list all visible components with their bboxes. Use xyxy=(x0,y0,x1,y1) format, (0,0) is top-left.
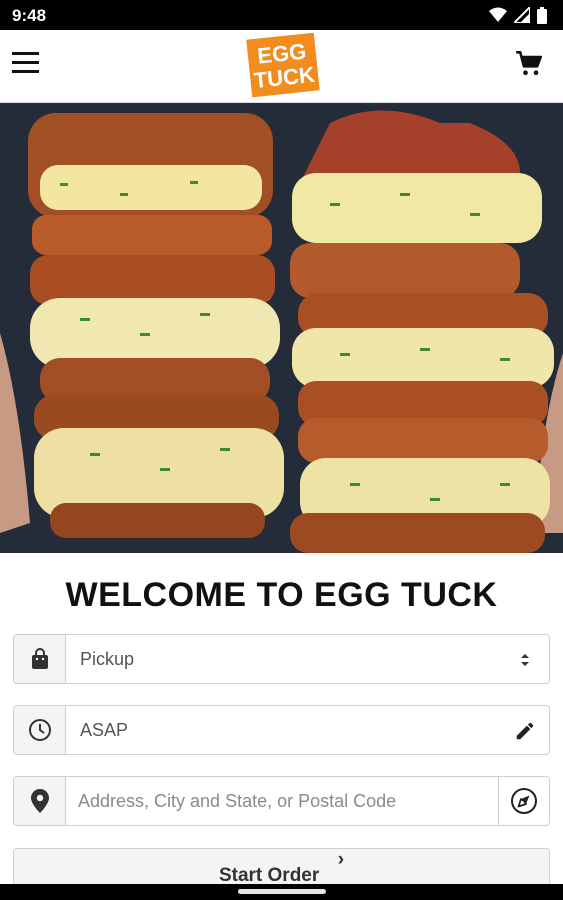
location-pin-icon xyxy=(14,777,66,825)
home-handle[interactable] xyxy=(238,889,326,894)
navigation-icon[interactable] xyxy=(498,777,549,825)
chevron-right-icon: › xyxy=(337,849,345,870)
order-time-field[interactable]: ASAP xyxy=(13,705,550,755)
order-time-value: ASAP xyxy=(80,720,129,740)
hero-sandwich-image xyxy=(0,103,563,553)
cart-icon[interactable] xyxy=(515,50,543,78)
order-type-value: Pickup xyxy=(80,649,135,669)
welcome-title: WELCOME TO EGG TUCK xyxy=(65,576,498,614)
status-bar: 9:48 xyxy=(0,0,563,30)
select-arrows-icon[interactable] xyxy=(513,648,537,672)
wifi-icon xyxy=(489,7,507,22)
shopping-bag-icon xyxy=(14,635,66,683)
system-nav-bar xyxy=(0,884,563,900)
clock-icon xyxy=(14,706,66,754)
start-order-label: Start Order xyxy=(218,865,320,886)
battery-icon xyxy=(537,6,547,24)
menu-icon[interactable] xyxy=(12,52,39,76)
status-time: 9:48 xyxy=(12,6,47,25)
signal-icon xyxy=(514,7,530,23)
status-icons xyxy=(489,6,547,24)
egg-tuck-logo[interactable]: EGG TUCK xyxy=(246,32,320,98)
address-input[interactable] xyxy=(78,777,498,825)
pencil-icon[interactable] xyxy=(513,719,537,743)
app-bar: EGG TUCK xyxy=(0,30,563,103)
address-field[interactable] xyxy=(13,776,550,826)
order-type-select[interactable]: Pickup xyxy=(13,634,550,684)
